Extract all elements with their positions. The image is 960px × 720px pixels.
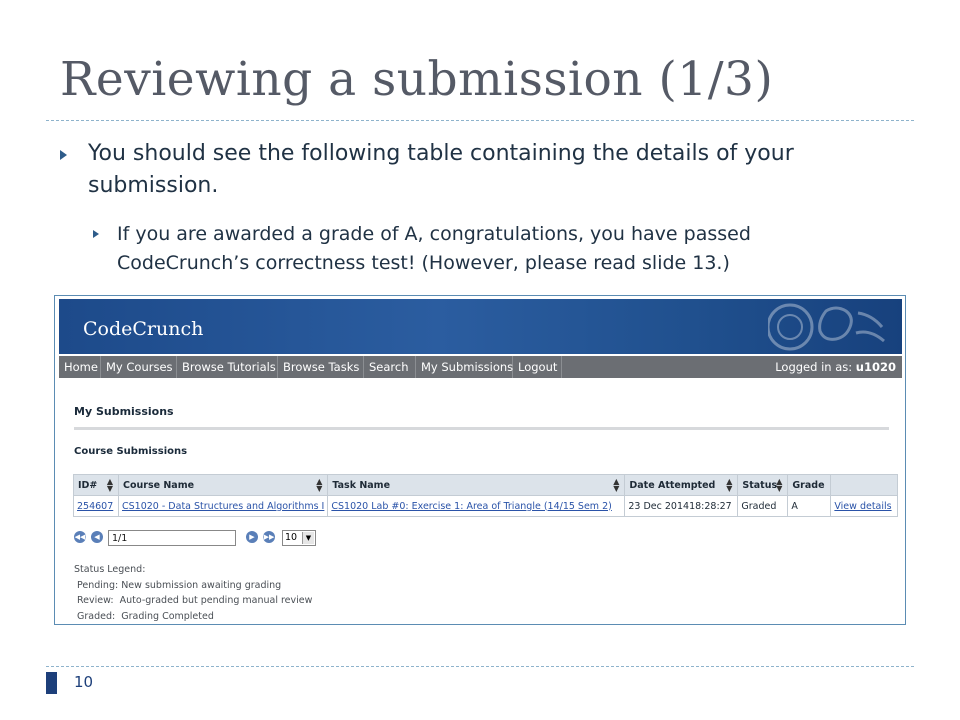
codecrunch-screenshot: CodeCrunch Home My Courses Browse Tutori… xyxy=(54,295,906,625)
bullet-arrow-icon xyxy=(93,230,99,238)
next-page-icon[interactable]: ▶ xyxy=(246,531,258,543)
nav-home[interactable]: Home xyxy=(59,356,101,378)
legend-item: Review: Auto-graded but pending manual r… xyxy=(77,595,313,606)
legend-item: Graded: Grading Completed xyxy=(77,610,214,622)
app-logo[interactable]: CodeCrunch xyxy=(83,318,203,340)
col-header-course[interactable]: Course Name ▲ ▼ xyxy=(117,474,329,496)
page-number: 10 xyxy=(74,673,94,691)
title-divider xyxy=(46,120,914,121)
col-header-task[interactable]: Task Name ▲ ▼ xyxy=(327,474,626,496)
task-link[interactable]: CS1020 Lab #0: Exercise 1: Area of Trian… xyxy=(331,501,611,512)
sort-icon[interactable]: ▲ ▼ xyxy=(726,478,732,493)
page-size-select[interactable]: 10 ▼ xyxy=(282,530,316,546)
nav-my-submissions[interactable]: My Submissions xyxy=(416,356,513,378)
slide-title: Reviewing a submission (1/3) xyxy=(60,52,774,107)
bullet-level-1: You should see the following table conta… xyxy=(60,138,888,202)
status-legend: Status Legend: Pending: New submission a… xyxy=(74,562,312,624)
nav-search[interactable]: Search xyxy=(364,356,416,378)
page-indicator-field[interactable]: 1/1 xyxy=(108,530,236,546)
cell-actions[interactable]: View details xyxy=(830,495,899,517)
prev-page-icon[interactable]: ◀ xyxy=(91,531,103,543)
nav-logout[interactable]: Logout xyxy=(513,356,562,378)
sort-icon[interactable]: ▲ ▼ xyxy=(107,478,113,493)
nav-my-courses[interactable]: My Courses xyxy=(101,356,177,378)
footer-accent-bar xyxy=(46,672,57,694)
nav-browse-tasks[interactable]: Browse Tasks xyxy=(278,356,364,378)
logged-in-user: u1020 xyxy=(855,360,896,374)
bullet-arrow-icon xyxy=(60,150,67,160)
cell-date: 23 Dec 201418:28:27 xyxy=(624,495,739,517)
first-page-icon[interactable]: ◀◀ xyxy=(74,531,86,543)
table-header-row: ID# ▲ ▼ Course Name ▲ ▼ Task Name ▲ ▼ Date Att… xyxy=(73,474,899,496)
bullet-text: If you are awarded a grade of A, congrat… xyxy=(117,223,751,274)
view-details-link[interactable]: View details xyxy=(834,501,891,512)
app-banner: CodeCrunch xyxy=(59,299,902,354)
logged-in-status: Logged in as: u1020 xyxy=(775,356,896,378)
section-divider xyxy=(74,427,889,430)
footer-divider xyxy=(46,666,914,667)
cell-grade: A xyxy=(787,495,832,517)
chevron-down-icon[interactable]: ▼ xyxy=(302,532,314,544)
table-row: 254607 CS1020 - Data Structures and Algo… xyxy=(73,495,899,517)
page-size-value: 10 xyxy=(285,532,298,543)
legend-item: Pending: New submission awaiting grading xyxy=(77,579,282,591)
sort-icon[interactable]: ▲ ▼ xyxy=(613,478,619,493)
cell-task[interactable]: CS1020 Lab #0: Exercise 1: Area of Trian… xyxy=(327,495,626,517)
col-header-id[interactable]: ID# ▲ ▼ xyxy=(73,474,119,496)
bullet-text: You should see the following table conta… xyxy=(88,141,794,198)
page-heading: My Submissions xyxy=(74,405,174,418)
col-header-date[interactable]: Date Attempted ▲ ▼ xyxy=(624,474,739,496)
sort-icon[interactable]: ▲ ▼ xyxy=(316,478,322,493)
main-nav: Home My Courses Browse Tutorials Browse … xyxy=(59,356,902,378)
bullet-level-2: If you are awarded a grade of A, congrat… xyxy=(93,220,857,278)
col-header-grade: Grade xyxy=(787,474,832,496)
submissions-table: ID# ▲ ▼ Course Name ▲ ▼ Task Name ▲ ▼ Date Att… xyxy=(73,474,899,517)
col-header-status[interactable]: Status ▲ ▼ xyxy=(737,474,789,496)
cell-course[interactable]: CS1020 - Data Structures and Algorithms … xyxy=(117,495,329,517)
legend-title: Status Legend: xyxy=(74,564,146,575)
crest-watermark-icon xyxy=(768,303,885,351)
section-heading: Course Submissions xyxy=(74,446,188,457)
logged-in-label: Logged in as: xyxy=(775,360,853,374)
col-header-actions xyxy=(830,474,899,496)
course-link[interactable]: CS1020 - Data Structures and Algorithms … xyxy=(122,501,324,512)
last-page-icon[interactable]: ▶▶ xyxy=(263,531,275,543)
sort-icon[interactable]: ▲ ▼ xyxy=(776,478,782,493)
nav-browse-tutorials[interactable]: Browse Tutorials xyxy=(177,356,278,378)
cell-id[interactable]: 254607 xyxy=(73,495,119,517)
cell-status: Graded xyxy=(737,495,789,517)
submission-id-link[interactable]: 254607 xyxy=(77,501,113,512)
